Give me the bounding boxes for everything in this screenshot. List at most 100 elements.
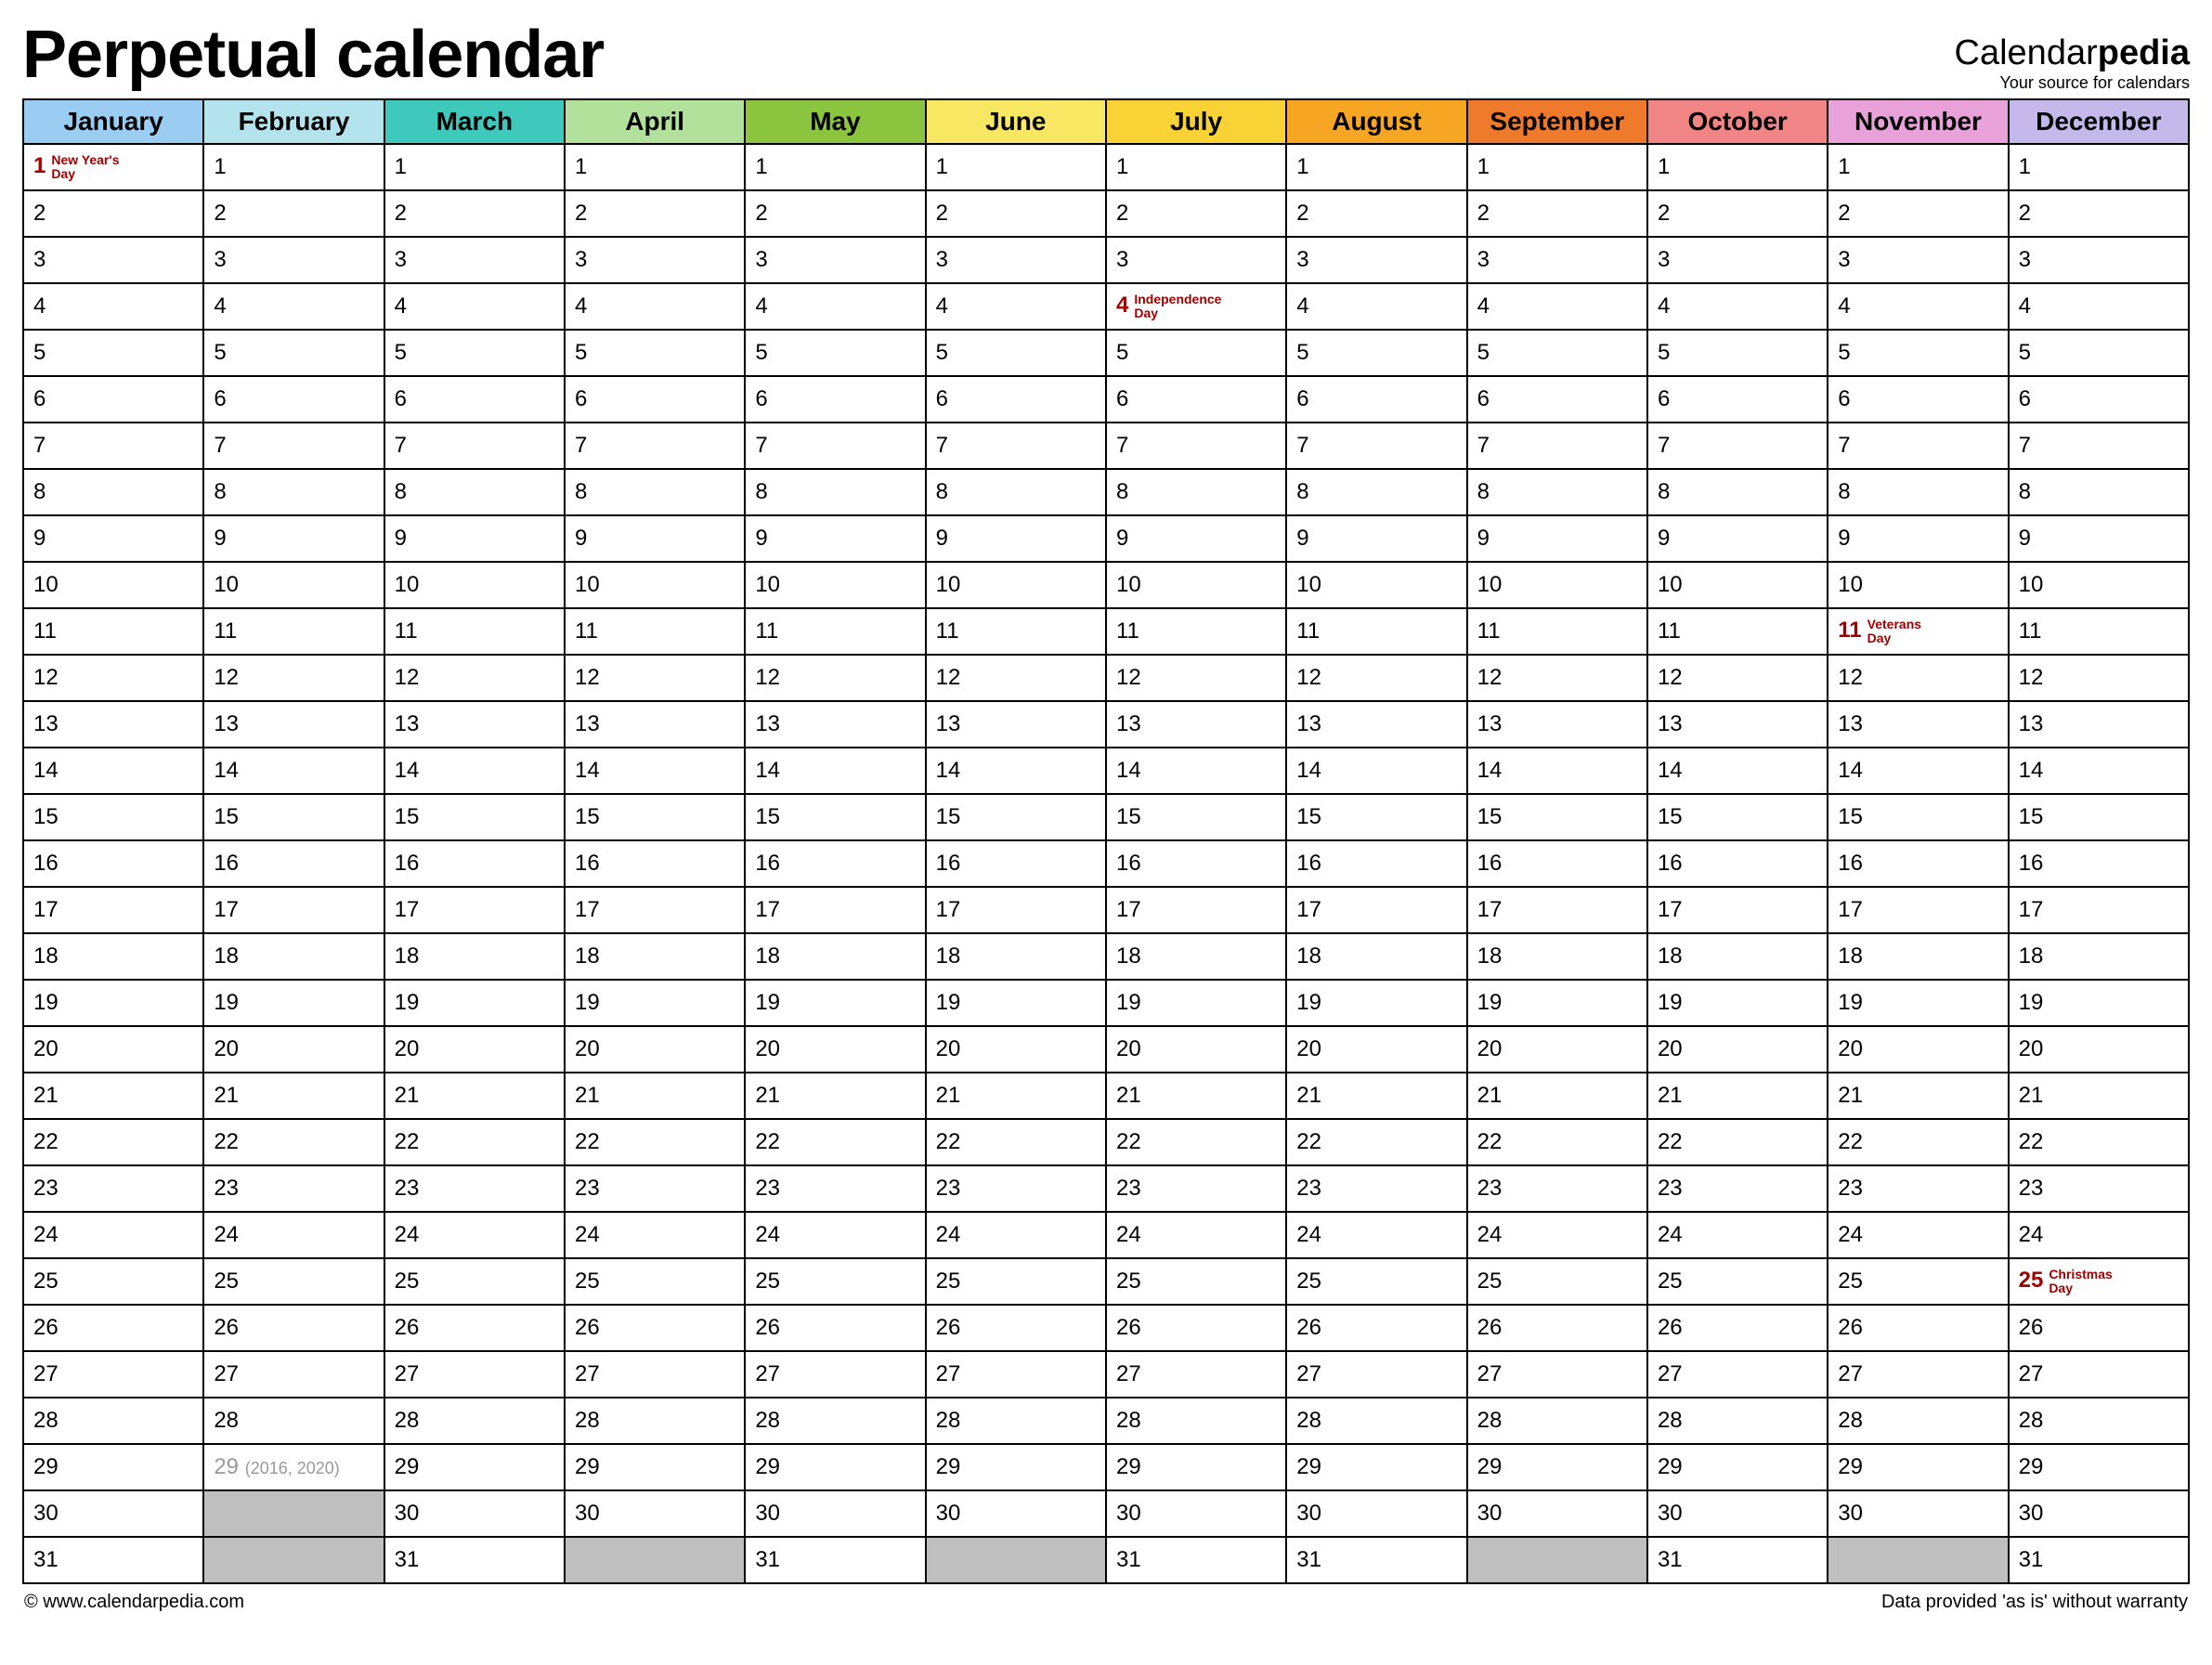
day-cell: 14 bbox=[1828, 748, 2008, 794]
day-cell: 8 bbox=[1467, 469, 1647, 515]
day-cell: 1 bbox=[1467, 144, 1647, 190]
day-cell: 7 bbox=[23, 423, 203, 469]
day-cell: 23 bbox=[2009, 1165, 2189, 1212]
day-cell: 12 bbox=[23, 655, 203, 701]
day-cell: 12 bbox=[1106, 655, 1286, 701]
day-cell: 5 bbox=[384, 330, 565, 376]
day-cell: 4 bbox=[1286, 283, 1466, 330]
day-cell: 13 bbox=[23, 701, 203, 748]
day-cell: 6 bbox=[23, 376, 203, 423]
day-cell: 4 bbox=[384, 283, 565, 330]
day-cell: 28 bbox=[384, 1398, 565, 1444]
day-cell: 3 bbox=[23, 237, 203, 283]
day-row: 888888888888 bbox=[23, 469, 2189, 515]
day-cell: 11 bbox=[384, 608, 565, 655]
holiday-day-number: 25 bbox=[2019, 1268, 2044, 1293]
holiday-day-number: 1 bbox=[33, 153, 46, 178]
day-cell bbox=[203, 1537, 384, 1583]
day-cell: 12 bbox=[1647, 655, 1828, 701]
brand-block: Calendarpedia Your source for calendars bbox=[1955, 33, 2190, 93]
day-cell: 16 bbox=[1467, 840, 1647, 887]
day-cell: 9 bbox=[926, 515, 1106, 562]
day-cell: 31 bbox=[1647, 1537, 1828, 1583]
day-cell: 15 bbox=[23, 794, 203, 840]
day-cell: 29 bbox=[1106, 1444, 1286, 1490]
day-cell: 2 bbox=[23, 190, 203, 237]
brand-prefix: Calendar bbox=[1955, 33, 2098, 72]
day-cell: 8 bbox=[926, 469, 1106, 515]
day-row: 181818181818181818181818 bbox=[23, 933, 2189, 980]
day-row: 272727272727272727272727 bbox=[23, 1351, 2189, 1398]
day-cell: 17 bbox=[1106, 887, 1286, 933]
day-cell: 27 bbox=[23, 1351, 203, 1398]
day-cell: 10 bbox=[23, 562, 203, 608]
day-number: 29 bbox=[214, 1454, 244, 1479]
day-cell: 26 bbox=[1106, 1305, 1286, 1351]
day-cell: 23 bbox=[23, 1165, 203, 1212]
day-cell: 10 bbox=[1647, 562, 1828, 608]
day-cell: 6 bbox=[1286, 376, 1466, 423]
day-cell: 16 bbox=[745, 840, 925, 887]
day-cell: 8 bbox=[2009, 469, 2189, 515]
day-cell: 8 bbox=[565, 469, 745, 515]
day-cell: 5 bbox=[23, 330, 203, 376]
day-cell: 29 bbox=[384, 1444, 565, 1490]
day-cell: 17 bbox=[23, 887, 203, 933]
day-cell: 19 bbox=[926, 980, 1106, 1026]
day-cell: 22 bbox=[1467, 1119, 1647, 1165]
day-cell: 3 bbox=[565, 237, 745, 283]
month-header: August bbox=[1286, 99, 1466, 144]
day-cell: 20 bbox=[1828, 1026, 2008, 1073]
day-cell: 1 bbox=[384, 144, 565, 190]
day-cell: 6 bbox=[1106, 376, 1286, 423]
day-cell: 3 bbox=[1286, 237, 1466, 283]
day-cell: 30 bbox=[1647, 1490, 1828, 1537]
day-row: 252525252525252525252525ChristmasDay bbox=[23, 1258, 2189, 1305]
day-cell: 7 bbox=[1828, 423, 2008, 469]
day-cell: 5 bbox=[1828, 330, 2008, 376]
day-cell: 9 bbox=[745, 515, 925, 562]
brand-suffix: pedia bbox=[2098, 33, 2190, 72]
day-row: 141414141414141414141414 bbox=[23, 748, 2189, 794]
day-cell: 12 bbox=[203, 655, 384, 701]
day-cell: 1 bbox=[1647, 144, 1828, 190]
day-cell: 9 bbox=[384, 515, 565, 562]
day-cell: 7 bbox=[565, 423, 745, 469]
day-cell: 24 bbox=[926, 1212, 1106, 1258]
day-cell: 20 bbox=[384, 1026, 565, 1073]
day-cell: 18 bbox=[1828, 933, 2008, 980]
day-cell: 13 bbox=[565, 701, 745, 748]
day-cell: 13 bbox=[203, 701, 384, 748]
day-cell: 29 (2016, 2020) bbox=[203, 1444, 384, 1490]
day-cell: 30 bbox=[1106, 1490, 1286, 1537]
day-cell: 21 bbox=[384, 1073, 565, 1119]
day-row: 333333333333 bbox=[23, 237, 2189, 283]
day-cell: 3 bbox=[745, 237, 925, 283]
month-header: December bbox=[2009, 99, 2189, 144]
day-cell: 7 bbox=[384, 423, 565, 469]
day-cell: 28 bbox=[1647, 1398, 1828, 1444]
day-cell: 15 bbox=[203, 794, 384, 840]
day-cell: 24 bbox=[23, 1212, 203, 1258]
day-cell: 18 bbox=[926, 933, 1106, 980]
day-cell: 12 bbox=[1467, 655, 1647, 701]
day-cell: 18 bbox=[2009, 933, 2189, 980]
day-row: 555555555555 bbox=[23, 330, 2189, 376]
day-cell: 8 bbox=[745, 469, 925, 515]
day-cell: 21 bbox=[745, 1073, 925, 1119]
day-cell: 12 bbox=[384, 655, 565, 701]
day-cell: 5 bbox=[1647, 330, 1828, 376]
day-cell: 31 bbox=[23, 1537, 203, 1583]
day-cell: 1 bbox=[1286, 144, 1466, 190]
day-cell: 27 bbox=[1286, 1351, 1466, 1398]
day-row: 151515151515151515151515 bbox=[23, 794, 2189, 840]
day-cell: 2 bbox=[1467, 190, 1647, 237]
day-row: 999999999999 bbox=[23, 515, 2189, 562]
day-cell: 11 bbox=[926, 608, 1106, 655]
day-cell: 5 bbox=[2009, 330, 2189, 376]
day-cell: 3 bbox=[1647, 237, 1828, 283]
day-cell: 7 bbox=[2009, 423, 2189, 469]
day-cell: 7 bbox=[1106, 423, 1286, 469]
day-cell: 24 bbox=[1647, 1212, 1828, 1258]
day-cell: 14 bbox=[384, 748, 565, 794]
